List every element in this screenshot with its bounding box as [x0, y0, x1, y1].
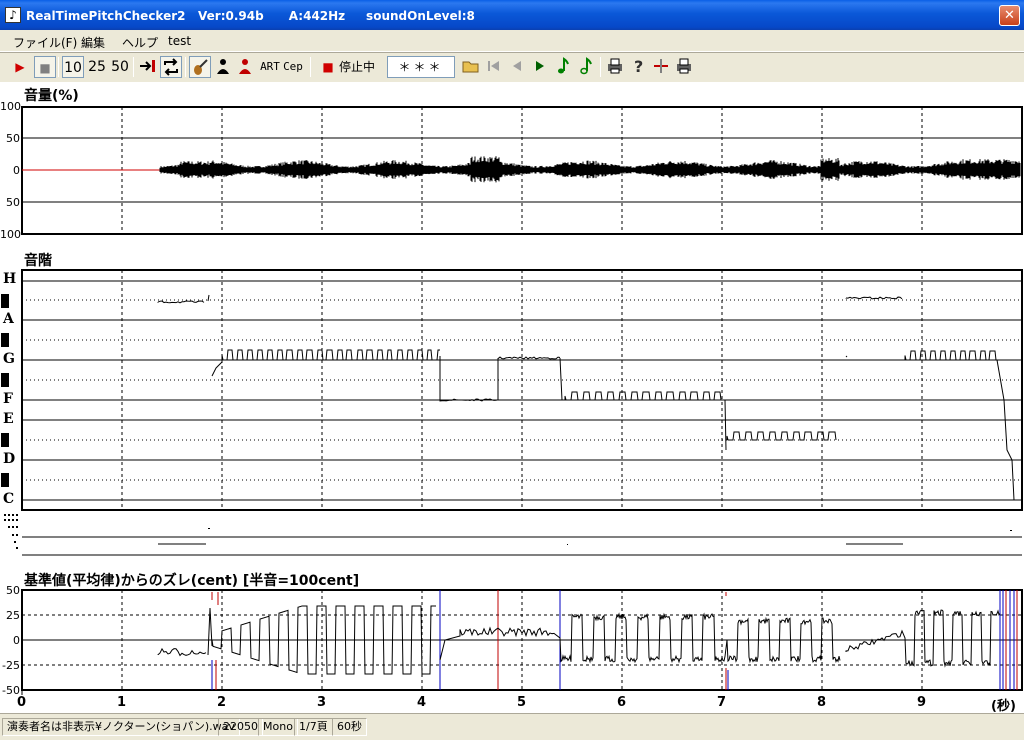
violin-icon[interactable] [189, 56, 211, 78]
menu-edit[interactable]: 編集 [81, 34, 105, 51]
black-key [0, 372, 10, 388]
speed-50-button[interactable]: 50 [109, 56, 131, 78]
cent-tick: 25 [6, 609, 20, 622]
volume-tick: 100 [0, 228, 21, 241]
cent-tick: 50 [6, 584, 20, 597]
volume-tick: 50 [6, 132, 20, 145]
status-bar: 演奏者名は非表示¥ノクターン(ショパン).wav 22050 Mono 1/7頁… [0, 713, 1024, 740]
toolbar-separator [133, 57, 134, 77]
note-label-f: F [3, 391, 13, 407]
cep-button[interactable]: Cep [282, 56, 304, 78]
time-tick: 1 [117, 695, 127, 710]
time-tick: 2 [217, 695, 227, 710]
menu-help[interactable]: ヘルプ [122, 34, 158, 51]
svg-text:?: ? [634, 57, 643, 76]
time-tick: 4 [417, 695, 427, 710]
volume-section-title: 音量(%) [24, 88, 79, 104]
toolbar-separator [310, 57, 311, 77]
toolbar: ▶ ■ 10 25 50 ART Cep ■ 停止中 ＊＊＊ ? [0, 52, 1024, 82]
note-label-g: G [3, 351, 15, 367]
close-button[interactable]: ✕ [999, 5, 1020, 26]
printer-icon[interactable] [604, 56, 626, 78]
art-button[interactable]: ART [259, 56, 281, 78]
cent-tick: -25 [2, 659, 20, 672]
play-button[interactable]: ▶ [9, 56, 31, 78]
record-indicator-icon: ■ [322, 60, 334, 74]
speed-25-button[interactable]: 25 [86, 56, 108, 78]
toolbar-separator [185, 57, 186, 77]
time-tick: 3 [317, 695, 327, 710]
black-key [0, 472, 10, 488]
loop-icon[interactable] [160, 56, 182, 78]
scale-section-title: 音階 [24, 253, 52, 269]
time-tick: 0 [17, 695, 27, 710]
menu-test[interactable]: test [168, 34, 191, 48]
time-tick: 6 [617, 695, 627, 710]
window-title: RealTimePitchChecker2 Ver:0.94b A:442Hz … [26, 9, 475, 23]
note-label-e: E [3, 411, 14, 427]
next-page-icon[interactable] [529, 56, 551, 78]
time-tick: 5 [517, 695, 527, 710]
stop-button[interactable]: ■ [34, 56, 56, 78]
status-file: 演奏者名は非表示¥ノクターン(ショパン).wav [2, 718, 240, 736]
volume-tick: 100 [0, 100, 21, 113]
volume-tick: 0 [13, 164, 20, 177]
title-bar[interactable]: ♪ RealTimePitchChecker2 Ver:0.94b A:442H… [0, 0, 1024, 30]
toolbar-separator [600, 57, 601, 77]
help-icon[interactable]: ? [627, 56, 649, 78]
time-tick: 8 [817, 695, 827, 710]
print-preview-icon[interactable] [673, 56, 695, 78]
note-label-d: D [3, 451, 16, 467]
split-view-icon[interactable] [650, 56, 672, 78]
time-unit-label: (秒) [991, 699, 1016, 714]
first-page-icon[interactable] [483, 56, 505, 78]
black-key [0, 432, 10, 448]
app-icon[interactable]: ♪ [5, 7, 21, 23]
note-label-h: H [3, 271, 17, 287]
person-red-icon[interactable] [234, 56, 256, 78]
speed-10-button[interactable]: 10 [62, 56, 84, 78]
time-tick: 7 [717, 695, 727, 710]
time-tick: 9 [917, 695, 927, 710]
status-channels: Mono [258, 718, 298, 736]
plot-area [0, 82, 1024, 713]
cent-tick: 0 [13, 634, 20, 647]
person-black-icon[interactable] [212, 56, 234, 78]
status-page: 1/7頁 [294, 718, 333, 736]
menu-file[interactable]: ファイル(F) [13, 34, 77, 51]
jump-end-icon[interactable] [137, 56, 159, 78]
prev-page-icon[interactable] [506, 56, 528, 78]
note-label-a: A [3, 311, 14, 327]
black-key [0, 293, 10, 309]
status-length: 60秒 [332, 718, 367, 736]
deviation-section-title: 基準値(平均律)からのズレ(cent) [半音=100cent] [24, 573, 360, 589]
volume-tick: 50 [6, 196, 20, 209]
note-green-icon[interactable] [552, 56, 574, 78]
black-key [0, 332, 10, 348]
note-label-c: C [3, 491, 15, 507]
menu-bar: ファイル(F) 編集 ヘルプ test [0, 30, 1024, 52]
status-sample-rate: 22050 [218, 718, 263, 736]
open-folder-icon[interactable] [460, 56, 482, 78]
note-display: ＊＊＊ [387, 56, 455, 78]
toolbar-separator [58, 57, 59, 77]
status-label: 停止中 [339, 60, 376, 74]
note-outline-icon[interactable] [575, 56, 597, 78]
